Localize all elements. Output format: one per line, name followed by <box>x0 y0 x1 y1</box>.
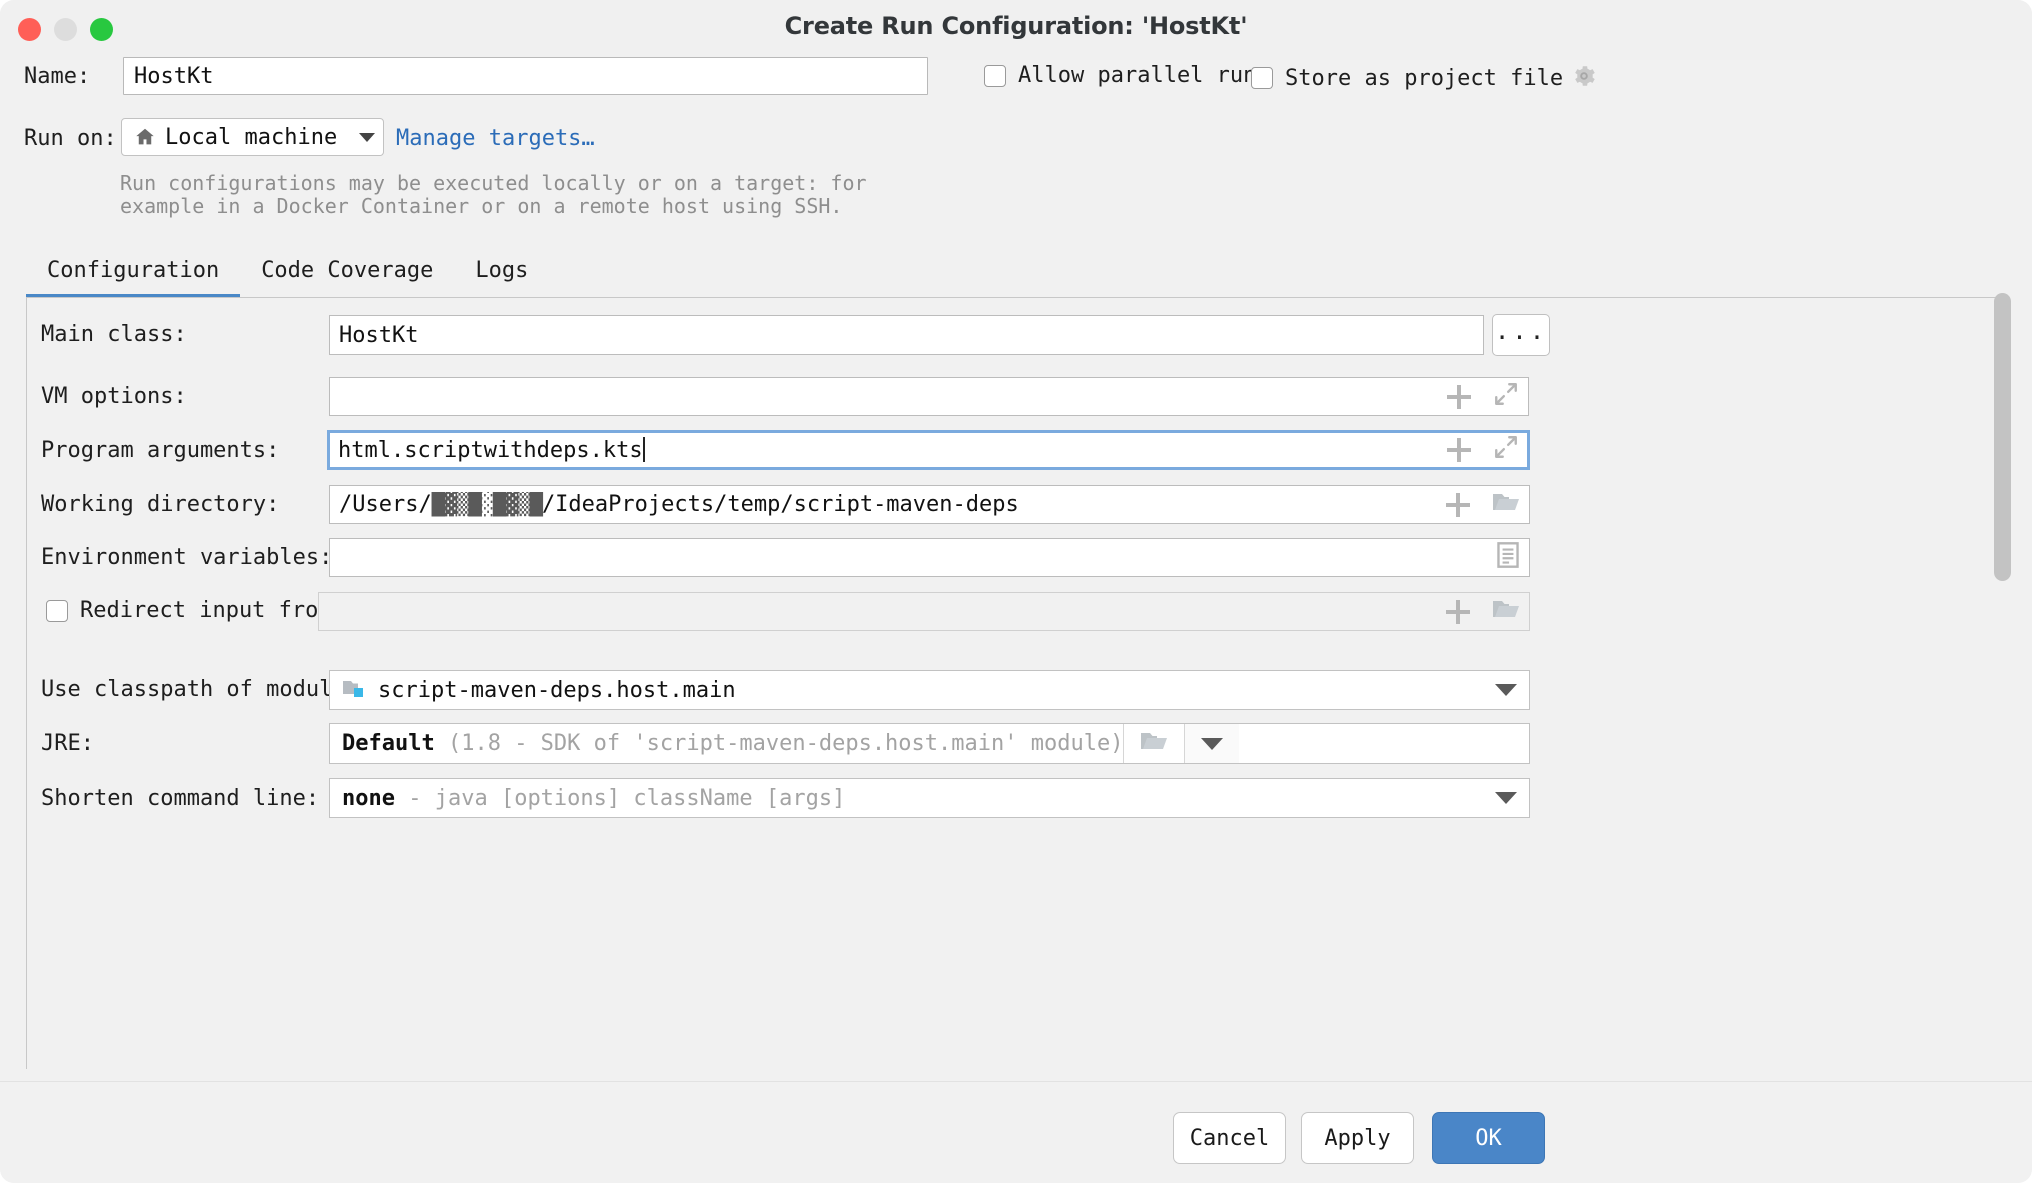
environment-variables-label: Environment variables: <box>41 545 333 570</box>
jre-chevron-down-icon[interactable] <box>1185 724 1240 763</box>
run-on-dropdown[interactable]: Local machine <box>121 118 384 156</box>
chevron-down-icon[interactable] <box>1483 684 1529 696</box>
shorten-command-line-detail: - java [options] className [args] <box>408 785 846 811</box>
program-arguments-label: Program arguments: <box>41 438 280 463</box>
chevron-down-icon[interactable] <box>1483 792 1529 804</box>
list-edit-icon[interactable] <box>1496 541 1520 574</box>
folder-icon <box>1140 729 1168 759</box>
working-directory-actions <box>1432 490 1520 520</box>
manage-targets-link[interactable]: Manage targets… <box>396 126 595 151</box>
vm-options-actions <box>1433 381 1519 413</box>
redirect-input-box[interactable] <box>46 599 68 622</box>
plus-icon[interactable] <box>1446 492 1470 517</box>
home-icon <box>134 126 156 148</box>
allow-parallel-run-checkbox[interactable]: Allow parallel run <box>984 63 1256 88</box>
name-label: Name: <box>24 64 91 89</box>
working-directory-redacted: █▓▒█░█▓▒█ <box>431 492 543 517</box>
main-class-label: Main class: <box>41 322 187 347</box>
folder-icon <box>1492 597 1520 627</box>
expand-icon[interactable] <box>1493 381 1519 413</box>
redirect-input-actions <box>1432 597 1520 627</box>
environment-variables-actions <box>1482 541 1520 574</box>
store-as-project-file-box[interactable] <box>1251 67 1273 89</box>
tab-logs[interactable]: Logs <box>454 258 549 299</box>
tab-configuration[interactable]: Configuration <box>26 258 241 299</box>
text-cursor <box>642 437 645 462</box>
dialog-title: Create Run Configuration: 'HostKt' <box>784 12 1248 40</box>
redirect-input-checkbox[interactable]: Redirect input from: <box>46 598 345 623</box>
apply-button[interactable]: Apply <box>1301 1112 1414 1164</box>
run-on-hint: Run configurations may be executed local… <box>120 171 867 218</box>
store-as-project-file-checkbox[interactable]: Store as project file <box>1251 63 1597 93</box>
name-input-value: HostKt <box>134 63 214 89</box>
plus-icon[interactable] <box>1447 384 1471 409</box>
redirect-input-field <box>318 592 1530 631</box>
working-directory-suffix: /IdeaProjects/temp/script-maven-deps <box>541 492 1019 517</box>
plus-icon[interactable] <box>1447 438 1471 462</box>
allow-parallel-run-box[interactable] <box>984 64 1006 87</box>
chevron-down-icon[interactable] <box>359 132 375 142</box>
redirect-input-label: Redirect input from: <box>80 598 345 623</box>
main-class-value: HostKt <box>339 322 419 348</box>
expand-icon[interactable] <box>1493 434 1519 466</box>
module-folder-icon <box>342 679 366 701</box>
run-on-label: Run on: <box>24 126 117 151</box>
program-arguments-value: html.scriptwithdeps.kts <box>338 438 643 463</box>
tab-code-coverage[interactable]: Code Coverage <box>240 258 454 299</box>
classpath-module-dropdown[interactable]: script-maven-deps.host.main <box>329 670 1530 710</box>
vm-options-label: VM options: <box>41 384 187 409</box>
vm-options-input[interactable] <box>329 377 1529 416</box>
classpath-module-value: script-maven-deps.host.main <box>378 677 736 703</box>
plus-icon <box>1446 599 1470 624</box>
name-input[interactable]: HostKt <box>123 57 928 95</box>
shorten-command-line-value: none <box>342 785 395 811</box>
jre-dropdown[interactable]: Default (1.8 - SDK of 'script-maven-deps… <box>329 723 1530 764</box>
working-directory-prefix: /Users/ <box>339 492 432 517</box>
panel-scrollbar-thumb[interactable] <box>1994 293 2011 581</box>
jre-value: Default <box>342 731 435 756</box>
ok-button[interactable]: OK <box>1432 1112 1545 1164</box>
jre-browse-button[interactable] <box>1123 724 1186 763</box>
allow-parallel-run-label: Allow parallel run <box>1018 63 1257 88</box>
title-bar: Create Run Configuration: 'HostKt' <box>0 0 2032 60</box>
jre-value-detail: (1.8 - SDK of 'script-maven-deps.host.ma… <box>447 731 1124 756</box>
cancel-button[interactable]: Cancel <box>1173 1112 1286 1164</box>
dialog-footer: Cancel Apply OK <box>0 1081 2032 1183</box>
store-as-project-file-label: Store as project file <box>1285 65 1564 91</box>
program-arguments-actions <box>1433 434 1519 466</box>
shorten-command-line-label: Shorten command line: <box>41 786 320 811</box>
classpath-module-label: Use classpath of module: <box>41 677 359 702</box>
run-on-value: Local machine <box>165 124 338 150</box>
main-class-browse-button[interactable]: ... <box>1492 314 1550 356</box>
create-run-configuration-dialog: Create Run Configuration: 'HostKt' Name:… <box>0 0 2032 1183</box>
folder-icon[interactable] <box>1492 490 1520 520</box>
working-directory-input[interactable]: /Users/█▓▒█░█▓▒█/IdeaProjects/temp/scrip… <box>329 485 1530 524</box>
program-arguments-input[interactable]: html.scriptwithdeps.kts <box>327 430 1530 470</box>
tab-bar: Configuration Code Coverage Logs <box>26 258 549 299</box>
environment-variables-input[interactable] <box>329 538 1530 577</box>
gear-icon[interactable] <box>1571 63 1597 93</box>
shorten-command-line-dropdown[interactable]: none - java [options] className [args] <box>329 778 1530 818</box>
main-class-input[interactable]: HostKt <box>329 315 1484 355</box>
jre-label: JRE: <box>41 731 94 756</box>
working-directory-label: Working directory: <box>41 492 280 517</box>
